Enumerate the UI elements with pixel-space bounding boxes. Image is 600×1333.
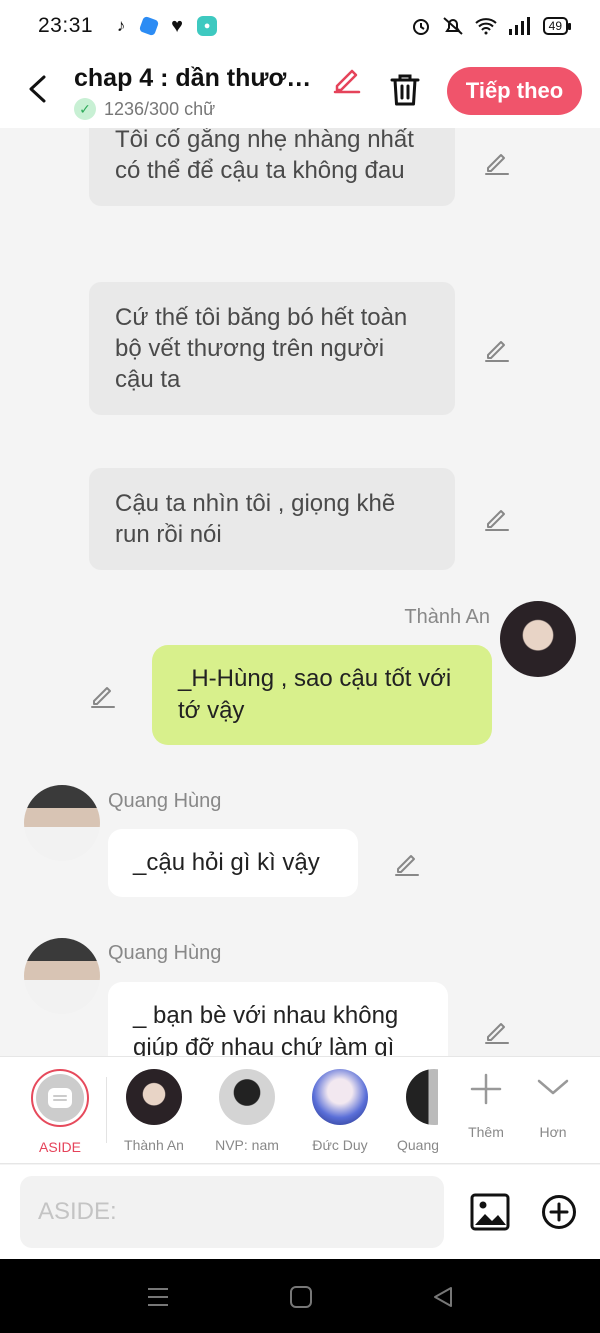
avatar [126,1069,182,1125]
back-button[interactable] [22,72,52,106]
plus-icon [470,1073,502,1105]
avatar[interactable] [500,601,576,677]
edit-message-button[interactable] [90,682,116,708]
image-icon [470,1193,510,1231]
edit-message-button[interactable] [484,505,510,531]
alarm-icon [412,19,429,35]
plus-circle-icon [542,1195,576,1229]
menu-button[interactable] [145,1285,171,1309]
pencil-icon [485,510,509,531]
narration-bubble[interactable]: Cứ thế tôi băng bó hết toàn bộ vết thươn… [89,282,455,415]
aside-avatar [31,1069,89,1127]
signal-icon [508,17,530,35]
message-input[interactable] [20,1176,444,1248]
narration-bubble[interactable]: Tôi cố gắng nhẹ nhàng nhất có thể để cậu… [89,128,455,206]
sender-name: Quang Hùng [108,942,222,964]
character-name: Hơn [539,1124,567,1140]
character-nvp-nam[interactable]: NVP: nam [207,1069,287,1153]
edit-message-button[interactable] [484,336,510,362]
add-button[interactable] [541,1194,577,1230]
character-duc-duy[interactable]: Đức Duy [300,1069,380,1153]
home-icon [290,1286,312,1308]
menu-icon [148,1288,168,1306]
delete-button[interactable] [388,72,422,108]
word-count-text: 1236/300 chữ [104,98,216,119]
pencil-icon [485,154,509,175]
narration-icon [48,1088,72,1108]
word-count: ✓ 1236/300 chữ [74,98,215,120]
check-icon: ✓ [74,98,96,120]
divider [106,1077,107,1143]
chevron-left-icon [29,75,46,103]
chevron-down-icon [537,1079,569,1095]
editor-header: chap 4 : dần thương... ✓ 1236/300 chữ Ti… [0,52,600,128]
status-bar: 23:31 ♪ ♥ ● 49 [0,0,600,52]
status-indicators: 49 [411,16,572,36]
navigation-bar [0,1259,600,1333]
messenger-icon [138,15,160,37]
avatar[interactable] [24,938,100,1014]
heart-app-icon: ♥ [167,15,188,37]
avatar[interactable] [24,785,100,861]
character-name: NVP: nam [215,1137,279,1153]
dialogue-bubble[interactable]: _H-Hùng , sao cậu tốt với tớ vậy [152,645,492,745]
back-triangle-icon [434,1287,452,1307]
pencil-icon [91,687,115,708]
sender-name: Thành An [404,606,490,628]
mute-icon [442,17,463,35]
narration-bubble[interactable]: Cậu ta nhìn tôi , giọng khẽ run rồi nói [89,468,455,570]
tiktok-icon: ♪ [111,16,132,36]
chapter-title[interactable]: chap 4 : dần thương... [74,64,322,93]
pencil-icon [333,69,361,94]
battery-icon: 49 [542,17,572,35]
status-app-icons: ♪ ♥ ● [111,15,218,37]
wifi-icon [474,18,497,35]
home-button[interactable] [288,1285,314,1309]
trash-icon [390,74,420,106]
character-name: ASIDE [38,1139,81,1155]
edit-message-button[interactable] [484,149,510,175]
pencil-icon [485,1023,509,1044]
pencil-icon [395,855,419,876]
character-name: Quang Hùng [397,1137,438,1153]
avatar [406,1069,438,1125]
collapse-button[interactable]: Hơn [513,1069,593,1140]
avatar [219,1069,275,1125]
pencil-icon [485,341,509,362]
edit-message-button[interactable] [484,1018,510,1044]
dialogue-bubble[interactable]: _cậu hỏi gì kì vậy [108,829,358,897]
composer [0,1165,600,1259]
edit-title-button[interactable] [332,64,362,94]
status-time: 23:31 [38,14,94,37]
edit-message-button[interactable] [394,850,420,876]
sender-name: Quang Hùng [108,790,222,812]
chat-app-icon: ● [197,16,218,36]
character-thanh-an[interactable]: Thành An [114,1069,194,1153]
dialogue-bubble[interactable]: _ bạn bè với nhau không giúp đỡ nhau chứ… [108,982,448,1056]
character-bar: ASIDE Thành An NVP: nam Đức Duy Quang Hù… [0,1056,600,1164]
chat-area[interactable]: Tôi cố gắng nhẹ nhàng nhất có thể để cậu… [0,128,600,1056]
next-button[interactable]: Tiếp theo [447,67,582,115]
back-nav-button[interactable] [430,1285,456,1309]
avatar [312,1069,368,1125]
insert-image-button[interactable] [469,1192,511,1232]
character-name: Đức Duy [312,1137,368,1153]
character-name: Thành An [124,1137,184,1153]
character-aside[interactable]: ASIDE [20,1069,100,1155]
character-quang-hung[interactable]: Quang Hùng [394,1069,438,1153]
